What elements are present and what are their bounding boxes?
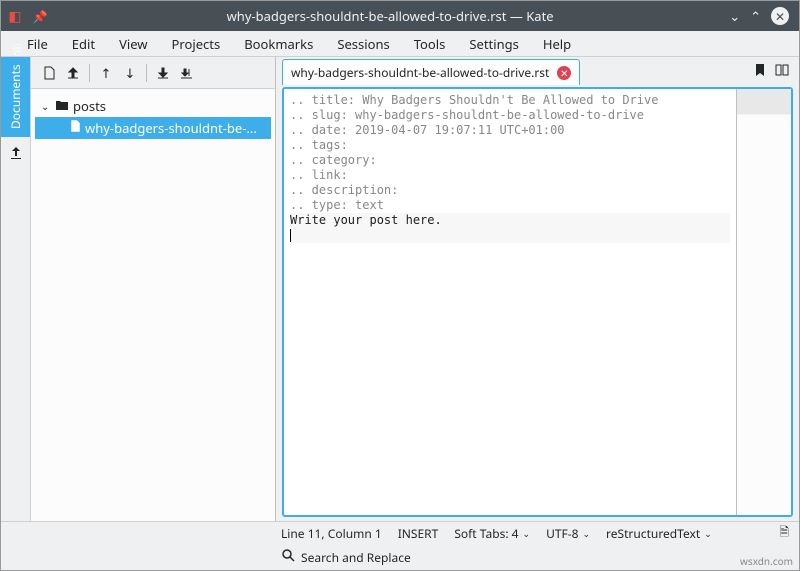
watermark: wsxdn.com <box>740 554 793 568</box>
tree-file-current[interactable]: why-badgers-shouldnt-be-... <box>35 117 271 139</box>
search-label: Search and Replace <box>301 549 411 566</box>
status-edit-mode[interactable]: INSERT <box>398 525 439 542</box>
close-window-button[interactable]: ✕ <box>771 7 789 25</box>
new-document-icon[interactable] <box>37 61 61 85</box>
pin-icon[interactable]: 📌 <box>29 8 51 25</box>
menu-sessions[interactable]: Sessions <box>325 31 401 57</box>
toolbar-separator <box>89 64 90 82</box>
file-icon <box>69 119 81 137</box>
tab-strip: why-badgers-shouldnt-be-allowed-to-drive… <box>276 59 753 85</box>
split-view-icon[interactable] <box>775 63 789 81</box>
open-icon[interactable] <box>61 61 85 85</box>
minimap[interactable] <box>736 89 791 515</box>
sidebar-tab-column: Documents 🗎 <box>1 57 31 521</box>
menu-help[interactable]: Help <box>531 31 583 57</box>
editor-text-content[interactable]: .. title: Why Badgers Shouldn't Be Allow… <box>284 89 736 515</box>
status-position[interactable]: Line 11, Column 1 <box>281 525 382 542</box>
window-title: why-badgers-shouldnt-be-allowed-to-drive… <box>51 7 729 25</box>
editor-tab[interactable]: why-badgers-shouldnt-be-allowed-to-drive… <box>282 59 580 85</box>
upload-icon[interactable] <box>8 145 24 165</box>
status-bar: Line 11, Column 1 INSERT Soft Tabs: 4 ⌄ … <box>1 521 799 545</box>
menu-view[interactable]: View <box>107 31 159 57</box>
window-titlebar: ◧ 📌 why-badgers-shouldnt-be-allowed-to-d… <box>1 1 799 31</box>
tree-folder-label: posts <box>73 97 106 115</box>
move-up-icon[interactable]: ↑ <box>94 61 118 85</box>
chevron-down-icon: ⌄ <box>704 527 712 540</box>
app-icon: ◧ <box>1 7 29 26</box>
tree-folder-posts[interactable]: ⌄ posts <box>35 95 271 117</box>
documents-icon: 🗎 <box>5 38 26 58</box>
menu-tools[interactable]: Tools <box>402 31 458 57</box>
move-down-icon[interactable]: ↓ <box>118 61 142 85</box>
menu-bookmarks[interactable]: Bookmarks <box>232 31 325 57</box>
chevron-down-icon: ⌄ <box>41 99 51 113</box>
tree-toolbar: ↑ ↓ <box>31 57 275 89</box>
menu-bar: File Edit View Projects Bookmarks Sessio… <box>1 31 799 57</box>
toolbar-separator <box>146 64 147 82</box>
menu-edit[interactable]: Edit <box>60 31 107 57</box>
search-icon <box>281 548 295 567</box>
save-icon[interactable] <box>151 61 175 85</box>
editor-area: why-badgers-shouldnt-be-allowed-to-drive… <box>276 57 799 521</box>
editor-tab-label: why-badgers-shouldnt-be-allowed-to-drive… <box>291 64 549 81</box>
folder-icon <box>55 98 69 115</box>
menu-settings[interactable]: Settings <box>457 31 530 57</box>
chevron-down-icon: ⌄ <box>582 527 590 540</box>
status-document-icon[interactable]: 🗎 <box>779 523 789 544</box>
save-as-icon[interactable] <box>175 61 199 85</box>
documents-tab-label: Documents <box>7 64 24 129</box>
close-tab-button[interactable]: ✕ <box>557 66 571 80</box>
bookmark-icon[interactable] <box>753 63 767 81</box>
document-tree-panel: ↑ ↓ ⌄ posts <box>31 57 276 521</box>
editor-body[interactable]: .. title: Why Badgers Shouldn't Be Allow… <box>282 87 793 517</box>
maximize-button[interactable]: ⌃ <box>750 7 761 25</box>
tree-file-label: why-badgers-shouldnt-be-... <box>85 119 257 137</box>
tree-content[interactable]: ⌄ posts why-badgers-shouldnt-be-... <box>31 89 275 521</box>
menu-projects[interactable]: Projects <box>160 31 233 57</box>
documents-tab[interactable]: Documents 🗎 <box>1 57 30 137</box>
search-bar[interactable]: Search and Replace <box>1 545 799 569</box>
status-tabs[interactable]: Soft Tabs: 4 ⌄ <box>454 525 530 542</box>
status-syntax[interactable]: reStructuredText ⌄ <box>606 525 712 542</box>
minimize-button[interactable]: ⌄ <box>729 7 740 25</box>
status-encoding[interactable]: UTF-8 ⌄ <box>546 525 590 542</box>
chevron-down-icon: ⌄ <box>523 527 531 540</box>
